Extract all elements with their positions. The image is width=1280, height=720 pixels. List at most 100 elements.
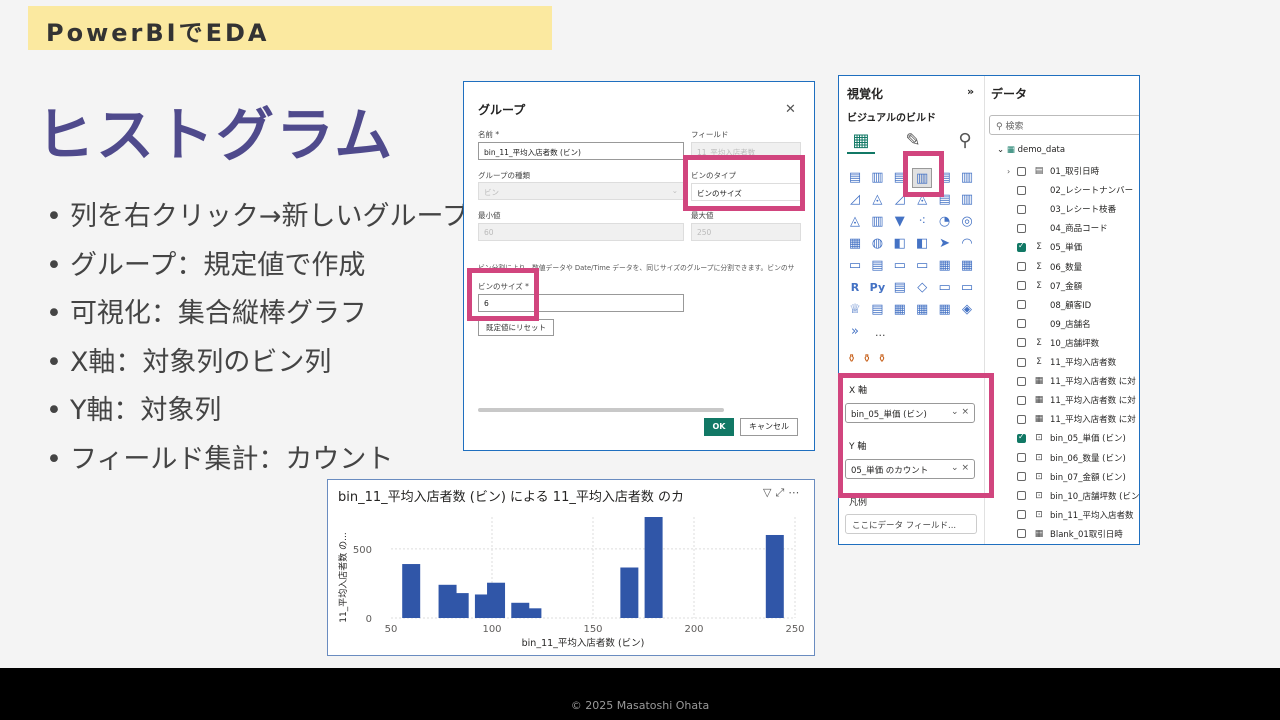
visual-type-icon[interactable]: ◔ bbox=[935, 212, 955, 232]
field-item[interactable]: ⊡ bin_05_単価 (ビン) bbox=[1007, 429, 1126, 447]
visual-type-icon[interactable]: ▦ bbox=[935, 300, 955, 320]
visual-type-icon[interactable]: ▭ bbox=[912, 256, 932, 276]
field-checkbox[interactable] bbox=[1017, 223, 1026, 233]
visual-type-icon[interactable]: ▦ bbox=[912, 300, 932, 320]
field-checkbox[interactable] bbox=[1017, 453, 1026, 462]
visual-type-icon[interactable]: ▥ bbox=[867, 168, 887, 188]
field-item[interactable]: 09_店舗名 bbox=[1007, 315, 1091, 333]
field-item[interactable]: ▦ Blank_01取引日時 bbox=[1007, 525, 1123, 543]
search-input[interactable]: ⚲ 検索 bbox=[989, 115, 1139, 135]
field-checkbox[interactable] bbox=[1017, 376, 1026, 386]
analytics-tab-icon[interactable]: ⚲ bbox=[951, 128, 979, 154]
custom-visuals-icons[interactable]: ⚱⚱⚱ bbox=[847, 352, 893, 365]
field-item[interactable]: ⊡ bin_07_金額 (ビン) bbox=[1007, 468, 1126, 486]
visual-type-icon[interactable]: ◬ bbox=[845, 212, 865, 232]
field-item[interactable]: ⊡ bin_11_平均入店者数 bbox=[1007, 506, 1133, 524]
field-item[interactable]: ▦ 11_平均入店者数 に対 bbox=[1007, 410, 1136, 428]
visual-type-icon[interactable]: ▥ bbox=[957, 168, 977, 188]
chevron-down-icon[interactable]: ⌄ bbox=[997, 145, 1004, 155]
field-name: bin_07_金額 (ビン) bbox=[1050, 472, 1126, 483]
table-node[interactable]: ⌄ ▦ demo_data bbox=[997, 145, 1065, 155]
visual-type-icon[interactable]: ➤ bbox=[935, 234, 955, 254]
visual-type-icon[interactable]: ▥ bbox=[867, 212, 887, 232]
field-item[interactable]: Σ 05_単価 bbox=[1007, 238, 1082, 256]
field-item[interactable]: 03_レシート枝番 bbox=[1007, 200, 1116, 218]
visual-type-icon[interactable]: ▼ bbox=[890, 212, 910, 232]
bin-field-icon: ⊡ bbox=[1035, 509, 1043, 520]
field-checkbox[interactable] bbox=[1017, 262, 1026, 271]
visual-type-icon[interactable]: R bbox=[845, 278, 865, 298]
field-checkbox[interactable] bbox=[1017, 529, 1026, 539]
field-item[interactable]: ⊡ bin_06_数量 (ビン) bbox=[1007, 449, 1126, 467]
visual-type-icon[interactable]: ▦ bbox=[957, 256, 977, 276]
field-item[interactable]: 08_顧客ID bbox=[1007, 296, 1091, 314]
field-checkbox[interactable] bbox=[1017, 338, 1026, 348]
visual-type-icon[interactable]: ▤ bbox=[867, 256, 887, 276]
field-checkbox[interactable] bbox=[1017, 414, 1026, 424]
build-visual-tab-icon[interactable]: ▦ bbox=[847, 128, 875, 154]
field-checkbox[interactable] bbox=[1017, 510, 1026, 520]
visual-type-icon[interactable]: ◬ bbox=[867, 190, 887, 210]
visual-type-icon[interactable]: ▭ bbox=[935, 278, 955, 298]
visual-type-icon[interactable]: ▤ bbox=[845, 168, 865, 188]
field-name: 11_平均入店者数 に対 bbox=[1050, 377, 1136, 388]
field-item[interactable]: Σ 06_数量 bbox=[1007, 258, 1082, 276]
visual-type-icon[interactable]: ◧ bbox=[912, 234, 932, 254]
field-item[interactable]: ▦ 11_平均入店者数 に対 bbox=[1007, 391, 1136, 409]
visual-type-icon[interactable]: ◠ bbox=[957, 234, 977, 254]
field-item[interactable]: Σ 10_店舗坪数 bbox=[1007, 334, 1099, 352]
more-visuals-icon[interactable]: ... bbox=[875, 326, 886, 339]
field-item[interactable]: ⊡ bin_10_店舗坪数 (ビン bbox=[1007, 487, 1139, 505]
visual-type-icon[interactable]: ▦ bbox=[935, 256, 955, 276]
field-name: 07_金額 bbox=[1050, 281, 1083, 292]
field-item[interactable]: 04_商品コード bbox=[1007, 219, 1108, 237]
field-checkbox[interactable] bbox=[1017, 185, 1026, 195]
visual-type-icon[interactable]: ▦ bbox=[845, 234, 865, 254]
field-checkbox[interactable] bbox=[1017, 395, 1026, 405]
field-checkbox[interactable] bbox=[1017, 300, 1026, 310]
visual-type-icon[interactable]: ▭ bbox=[845, 256, 865, 276]
field-checkbox[interactable] bbox=[1017, 472, 1026, 482]
field-checkbox[interactable] bbox=[1017, 432, 1026, 443]
field-item[interactable]: Σ 07_金額 bbox=[1007, 277, 1082, 295]
visual-type-icon[interactable]: ♕ bbox=[845, 300, 865, 320]
visual-type-icon[interactable]: ◇ bbox=[912, 278, 932, 298]
footer: © 2025 Masatoshi Ohata bbox=[0, 668, 1280, 720]
visual-type-icon[interactable]: ▤ bbox=[890, 278, 910, 298]
visual-type-icon[interactable]: Py bbox=[867, 278, 887, 298]
visual-type-icon[interactable]: ▤ bbox=[867, 300, 887, 320]
field-checkbox[interactable] bbox=[1017, 281, 1026, 291]
name-input[interactable]: bin_11_平均入店者数 (ビン) bbox=[478, 142, 684, 160]
field-checkbox[interactable] bbox=[1017, 491, 1026, 501]
horizontal-scrollbar[interactable] bbox=[478, 408, 724, 412]
cancel-button[interactable]: キャンセル bbox=[740, 418, 798, 436]
chevron-right-icon[interactable]: » bbox=[967, 85, 974, 98]
visual-type-icon[interactable]: ▭ bbox=[890, 256, 910, 276]
field-checkbox[interactable] bbox=[1017, 166, 1026, 176]
field-checkbox[interactable] bbox=[1017, 241, 1026, 252]
field-checkbox[interactable] bbox=[1017, 204, 1026, 214]
close-icon[interactable]: ✕ bbox=[785, 102, 796, 117]
visual-type-icon[interactable]: » bbox=[845, 322, 865, 342]
visual-type-icon[interactable]: ◎ bbox=[957, 212, 977, 232]
visual-type-icon[interactable]: ▦ bbox=[890, 300, 910, 320]
legend-drop-zone[interactable]: ここにデータ フィールド... bbox=[845, 514, 977, 534]
visual-type-icon[interactable]: ▭ bbox=[957, 278, 977, 298]
chart-card[interactable]: bin_11_平均入店者数 (ビン) による 11_平均入店者数 のカ ▽⤢⋯ … bbox=[327, 479, 815, 656]
visual-type-icon[interactable]: ◧ bbox=[890, 234, 910, 254]
visual-type-icon[interactable]: ◈ bbox=[957, 300, 977, 320]
chevron-right-icon[interactable]: › bbox=[1007, 167, 1017, 176]
visual-type-icon[interactable]: ◿ bbox=[845, 190, 865, 210]
visual-type-icon[interactable]: ⁖ bbox=[912, 212, 932, 232]
reset-button[interactable]: 既定値にリセット bbox=[478, 319, 554, 336]
field-item[interactable]: 02_レシートナンバー bbox=[1007, 181, 1133, 199]
field-item[interactable]: Σ 11_平均入店者数 bbox=[1007, 353, 1116, 371]
visual-type-icon[interactable]: ▥ bbox=[957, 190, 977, 210]
field-item[interactable]: ▦ 11_平均入店者数 に対 bbox=[1007, 372, 1136, 390]
visual-type-icon[interactable]: ◍ bbox=[867, 234, 887, 254]
field-checkbox[interactable] bbox=[1017, 357, 1026, 367]
histogram-bar bbox=[402, 564, 421, 618]
ok-button[interactable]: OK bbox=[704, 418, 734, 436]
field-item[interactable]: › ▤ 01_取引日時 bbox=[1007, 162, 1099, 180]
field-checkbox[interactable] bbox=[1017, 319, 1026, 329]
